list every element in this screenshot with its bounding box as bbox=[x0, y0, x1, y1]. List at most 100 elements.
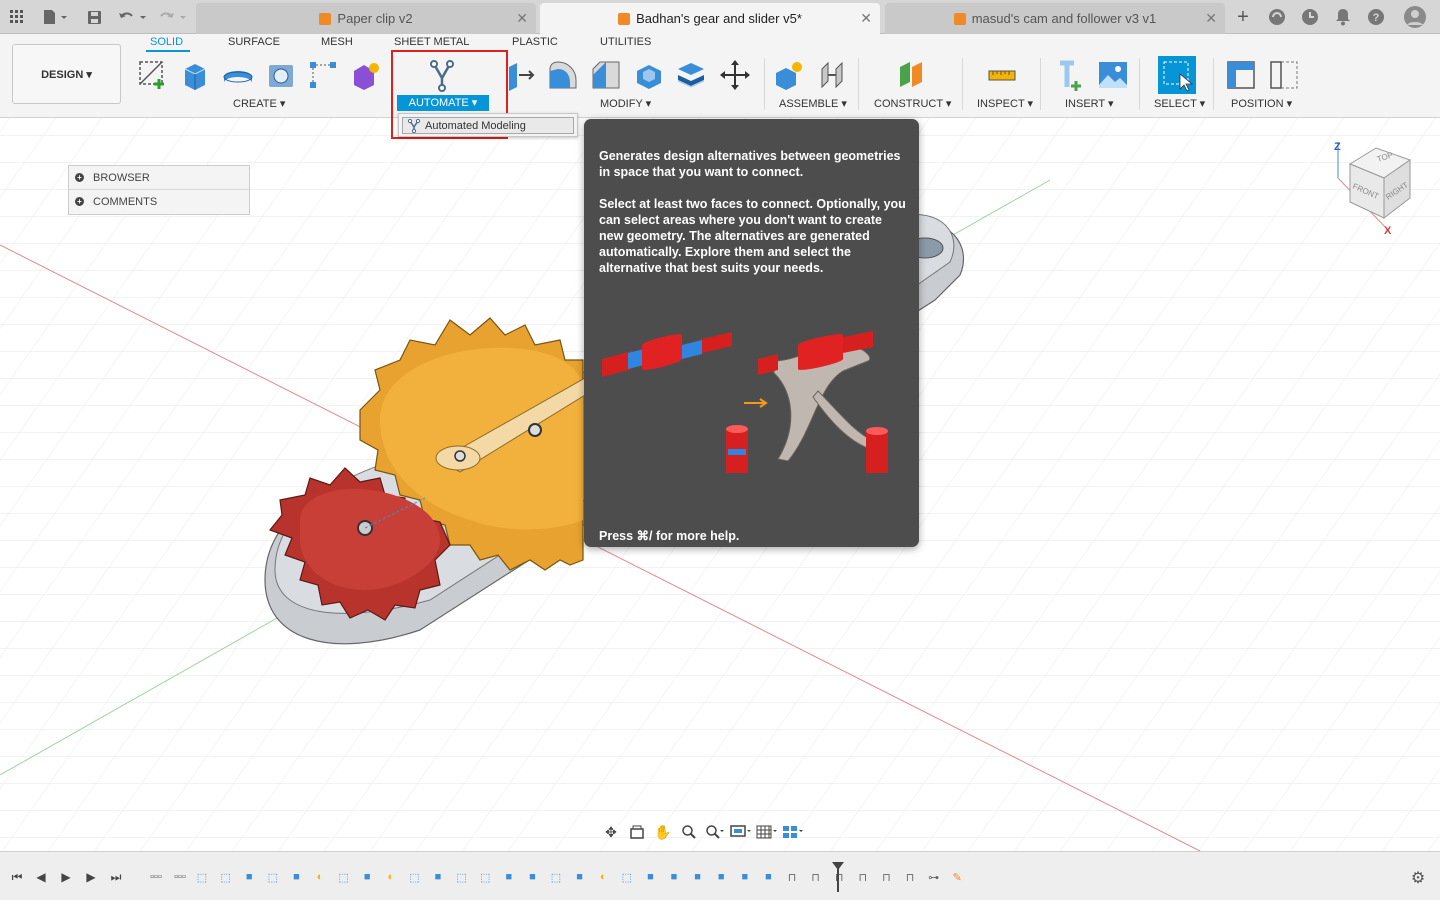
capture-position-icon[interactable] bbox=[1224, 58, 1258, 92]
pattern-icon[interactable] bbox=[306, 58, 340, 92]
measure-icon[interactable] bbox=[985, 58, 1019, 92]
group-create-label[interactable]: CREATE ▾ bbox=[233, 97, 285, 110]
document-tab-active[interactable]: Badhan's gear and slider v5* ✕ bbox=[540, 3, 880, 34]
timeline-feature-fillet-icon[interactable]: ◐ bbox=[382, 868, 400, 886]
timeline-feature-sketch-icon[interactable]: ⬚ bbox=[335, 868, 353, 886]
new-tab-icon[interactable]: + bbox=[1232, 6, 1254, 28]
user-avatar[interactable] bbox=[1402, 6, 1428, 28]
timeline-feature-body-icon[interactable]: ■ bbox=[712, 868, 730, 886]
job-status-icon[interactable] bbox=[1266, 6, 1288, 28]
tab-solid[interactable]: SOLID bbox=[150, 36, 183, 48]
timeline-feature-body-icon[interactable]: ■ bbox=[240, 868, 258, 886]
fillet-icon[interactable] bbox=[546, 58, 580, 92]
group-modify-label[interactable]: MODIFY ▾ bbox=[600, 97, 651, 110]
timeline-feature-sketch-icon[interactable]: ⬚ bbox=[193, 868, 211, 886]
grid-settings-icon[interactable] bbox=[756, 821, 778, 843]
orbit-icon[interactable]: ✥ bbox=[600, 821, 622, 843]
timeline-feature-sketch-icon[interactable]: ⬚ bbox=[476, 868, 494, 886]
document-tab[interactable]: Paper clip v2 ✕ bbox=[196, 3, 536, 34]
timeline-feature-joint-icon[interactable]: ⊓ bbox=[783, 868, 801, 886]
timeline-feature-body-icon[interactable]: ■ bbox=[689, 868, 707, 886]
comments-row[interactable]: + COMMENTS bbox=[69, 190, 249, 214]
timeline-feature-joint-icon[interactable]: ⊓ bbox=[807, 868, 825, 886]
timeline-feature-sketch-icon[interactable]: ⬚ bbox=[547, 868, 565, 886]
viewports-icon[interactable] bbox=[782, 821, 804, 843]
fit-icon[interactable] bbox=[704, 821, 726, 843]
browser-row[interactable]: + BROWSER bbox=[69, 166, 249, 190]
move-icon[interactable] bbox=[718, 58, 752, 92]
group-inspect-label[interactable]: INSPECT ▾ bbox=[977, 97, 1033, 110]
step-back-icon[interactable]: ◀ bbox=[32, 868, 50, 886]
workspace-switcher-button[interactable]: DESIGN ▾ bbox=[12, 44, 121, 104]
step-forward-icon[interactable]: ▶ bbox=[82, 868, 100, 886]
group-select-label[interactable]: SELECT ▾ bbox=[1154, 97, 1205, 110]
viewcube[interactable]: TOP FRONT RIGHT Z X bbox=[1330, 138, 1426, 238]
undo-icon[interactable] bbox=[116, 6, 148, 28]
group-insert-label[interactable]: INSERT ▾ bbox=[1065, 97, 1114, 110]
pan-icon[interactable]: ✋ bbox=[652, 821, 674, 843]
timeline-feature-joint-icon[interactable]: ⊓ bbox=[854, 868, 872, 886]
timeline-feature-joint-icon[interactable]: ⊓ bbox=[877, 868, 895, 886]
timeline-feature-body-icon[interactable]: ■ bbox=[287, 868, 305, 886]
group-construct-label[interactable]: CONSTRUCT ▾ bbox=[874, 97, 951, 110]
timeline-feature-body-icon[interactable]: ■ bbox=[500, 868, 518, 886]
create-sketch-icon[interactable] bbox=[136, 58, 170, 92]
app-grid-icon[interactable] bbox=[8, 6, 26, 28]
notification-bell-icon[interactable] bbox=[1332, 6, 1354, 28]
save-icon[interactable] bbox=[84, 6, 104, 28]
create-form-icon[interactable] bbox=[349, 58, 383, 92]
timeline-feature-sketch-icon[interactable]: ⬚ bbox=[405, 868, 423, 886]
insert-derive-icon[interactable] bbox=[1053, 58, 1087, 92]
press-pull-icon[interactable] bbox=[504, 58, 538, 92]
close-tab-icon[interactable]: ✕ bbox=[516, 10, 528, 27]
combine-icon[interactable] bbox=[674, 58, 708, 92]
tab-sheet-metal[interactable]: SHEET METAL bbox=[394, 36, 469, 48]
timeline-feature-group-icon[interactable]: ▫▫▫ bbox=[169, 868, 191, 886]
shell-icon[interactable] bbox=[632, 58, 666, 92]
offset-plane-icon[interactable] bbox=[895, 58, 929, 92]
select-tool-icon[interactable] bbox=[1158, 56, 1196, 94]
group-position-label[interactable]: POSITION ▾ bbox=[1231, 97, 1292, 110]
tab-surface[interactable]: SURFACE bbox=[228, 36, 280, 48]
timeline-feature-body-icon[interactable]: ■ bbox=[641, 868, 659, 886]
chamfer-icon[interactable] bbox=[589, 58, 623, 92]
timeline-feature-pin-icon[interactable]: ✎ bbox=[948, 868, 966, 886]
automated-modeling-menu-item[interactable]: Automated Modeling bbox=[402, 117, 574, 134]
document-tab[interactable]: masud's cam and follower v3 v1 ✕ bbox=[885, 3, 1225, 34]
timeline-feature-fillet-icon[interactable]: ◐ bbox=[311, 868, 329, 886]
close-tab-icon[interactable]: ✕ bbox=[1205, 10, 1217, 27]
timeline-feature-sketch-icon[interactable]: ⬚ bbox=[264, 868, 282, 886]
file-menu-icon[interactable] bbox=[40, 6, 70, 28]
go-to-start-icon[interactable]: ⏮ bbox=[8, 868, 26, 886]
timeline-feature-asbuilt-icon[interactable]: ⊶ bbox=[925, 868, 943, 886]
timeline-feature-group-icon[interactable]: ▫▫▫ bbox=[145, 868, 167, 886]
clock-icon[interactable] bbox=[1299, 6, 1321, 28]
timeline-feature-fillet-icon[interactable]: ◐ bbox=[594, 868, 612, 886]
settings-gear-icon[interactable]: ⚙ bbox=[1408, 868, 1428, 888]
revolve-icon[interactable] bbox=[221, 58, 255, 92]
help-icon[interactable]: ? bbox=[1365, 6, 1387, 28]
tab-utilities[interactable]: UTILITIES bbox=[600, 36, 651, 48]
look-at-icon[interactable] bbox=[626, 821, 648, 843]
revert-position-icon[interactable] bbox=[1267, 58, 1301, 92]
tab-plastic[interactable]: PLASTIC bbox=[512, 36, 558, 48]
expand-icon[interactable]: + bbox=[75, 197, 84, 206]
timeline-feature-body-icon[interactable]: ■ bbox=[665, 868, 683, 886]
tab-mesh[interactable]: MESH bbox=[321, 36, 353, 48]
joint-icon[interactable] bbox=[815, 58, 849, 92]
insert-image-icon[interactable] bbox=[1096, 58, 1130, 92]
timeline-feature-sketch-icon[interactable]: ⬚ bbox=[618, 868, 636, 886]
timeline-feature-body-icon[interactable]: ■ bbox=[429, 868, 447, 886]
timeline-feature-sketch-icon[interactable]: ⬚ bbox=[217, 868, 235, 886]
timeline-feature-body-icon[interactable]: ■ bbox=[523, 868, 541, 886]
close-tab-icon[interactable]: ✕ bbox=[860, 10, 872, 27]
go-to-end-icon[interactable]: ⏭ bbox=[107, 868, 125, 886]
timeline-feature-body-icon[interactable]: ■ bbox=[358, 868, 376, 886]
timeline-feature-body-icon[interactable]: ■ bbox=[736, 868, 754, 886]
expand-icon[interactable]: + bbox=[75, 173, 84, 182]
timeline-feature-body-icon[interactable]: ■ bbox=[571, 868, 589, 886]
hole-icon[interactable] bbox=[264, 58, 298, 92]
timeline-feature-body-icon[interactable]: ■ bbox=[759, 868, 777, 886]
zoom-icon[interactable] bbox=[678, 821, 700, 843]
timeline-feature-joint-icon[interactable]: ⊓ bbox=[901, 868, 919, 886]
